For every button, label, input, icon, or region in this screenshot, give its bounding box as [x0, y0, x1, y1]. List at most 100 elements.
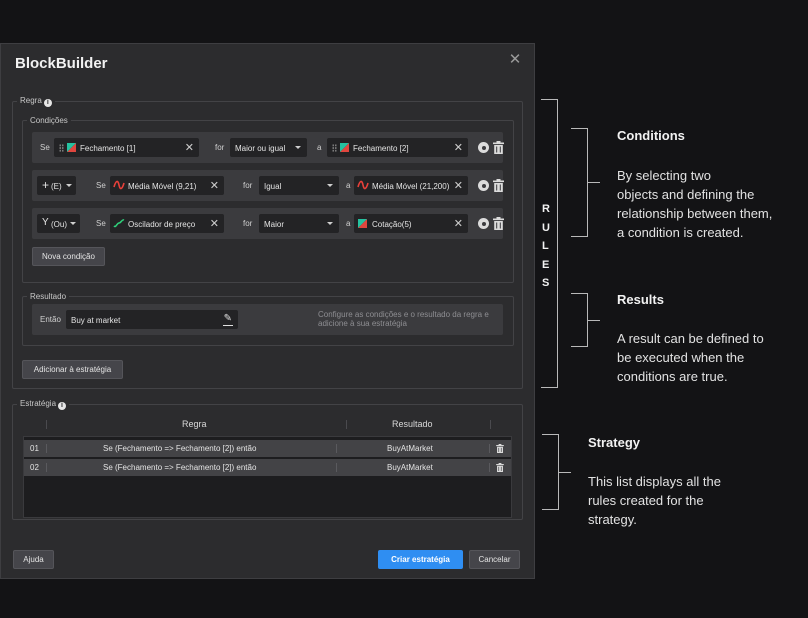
left-operand-text: Oscilador de preço — [128, 220, 196, 229]
row-rule: Se (Fechamento => Fechamento [2]) então — [103, 444, 257, 453]
cell-divider — [489, 444, 490, 453]
trash-icon[interactable] — [496, 463, 504, 472]
conditions-description: By selecting two objects and defining th… — [617, 168, 773, 240]
logic-and-select[interactable]: + (E) — [37, 176, 76, 195]
add-to-strategy-button[interactable]: Adicionar à estratégia — [22, 360, 123, 379]
drag-handle-icon[interactable] — [332, 144, 337, 152]
rules-letter: S — [542, 277, 550, 289]
condition-row: + (E) Se Média Móvel (9,21) ✕ for Igual … — [32, 170, 504, 201]
clear-icon[interactable]: ✕ — [185, 141, 194, 154]
right-operand-field[interactable]: Média Móvel (21,200) ✕ — [354, 176, 468, 195]
moving-average-icon — [113, 180, 125, 190]
flag-icon — [67, 143, 76, 152]
info-icon[interactable]: i — [58, 402, 67, 410]
left-operand-field[interactable]: Oscilador de preço ✕ — [110, 214, 224, 233]
row-number: 01 — [30, 444, 39, 453]
chevron-down-icon — [327, 222, 333, 225]
cell-divider — [46, 444, 47, 453]
right-operand-text: Média Móvel (21,200) — [372, 182, 450, 191]
result-field[interactable]: Buy at market ✎ — [66, 310, 238, 329]
flag-icon — [358, 219, 367, 228]
cell-divider — [489, 463, 490, 472]
clear-icon[interactable]: ✕ — [454, 217, 463, 230]
column-divider — [346, 420, 347, 429]
se-label: Se — [96, 181, 106, 190]
clear-icon[interactable]: ✕ — [210, 179, 219, 192]
results-bracket — [571, 293, 588, 347]
cell-divider — [336, 444, 337, 453]
left-operand-field[interactable]: Fechamento [1] ✕ — [54, 138, 199, 157]
gear-icon[interactable] — [478, 180, 489, 191]
flag-icon — [340, 143, 349, 152]
for-label: for — [215, 143, 225, 152]
clear-icon[interactable]: ✕ — [454, 179, 463, 192]
result-group: Resultado Então Buy at market ✎ Configur… — [22, 292, 514, 346]
trash-icon[interactable] — [496, 444, 504, 453]
se-label: Se — [40, 143, 50, 152]
right-operand-text: Fechamento [2] — [353, 144, 409, 153]
info-icon[interactable]: i — [43, 99, 52, 107]
operator-select[interactable]: Maior — [259, 214, 339, 233]
strategy-bracket — [542, 434, 559, 510]
trash-icon[interactable] — [493, 179, 504, 192]
strategy-legend: Estratégia i — [17, 399, 69, 410]
edit-icon[interactable]: ✎ — [224, 313, 232, 324]
left-operand-field[interactable]: Média Móvel (9,21) ✕ — [110, 176, 224, 195]
cell-divider — [336, 463, 337, 472]
result-legend: Resultado — [30, 292, 67, 301]
gear-icon[interactable] — [478, 218, 489, 229]
clear-icon[interactable]: ✕ — [210, 217, 219, 230]
left-operand-text: Média Móvel (9,21) — [128, 182, 197, 191]
results-description: A result can be defined to be executed w… — [617, 331, 764, 384]
edit-underline — [223, 325, 233, 326]
close-icon[interactable]: ✕ — [508, 52, 522, 67]
strategy-bracket-tick — [559, 472, 571, 473]
table-row[interactable]: 02 Se (Fechamento => Fechamento [2]) ent… — [24, 459, 511, 476]
logic-label: (Ou) — [51, 220, 67, 229]
clear-icon[interactable]: ✕ — [454, 141, 463, 154]
conditions-legend: Condições — [30, 116, 68, 125]
oscillator-icon — [113, 219, 125, 228]
chevron-down-icon — [295, 146, 301, 149]
conditions-bracket — [571, 128, 588, 237]
column-divider — [46, 420, 47, 429]
chevron-down-icon — [327, 184, 333, 187]
row-result: BuyAtMarket — [387, 463, 433, 472]
column-header-rule: Regra — [182, 419, 207, 429]
column-divider — [490, 420, 491, 429]
table-row[interactable]: 01 Se (Fechamento => Fechamento [2]) ent… — [24, 440, 511, 457]
right-operand-text: Cotação(5) — [372, 220, 412, 229]
strategy-table: 01 Se (Fechamento => Fechamento [2]) ent… — [23, 436, 512, 518]
operator-select[interactable]: Igual — [259, 176, 339, 195]
for-label: for — [243, 219, 253, 228]
row-rule: Se (Fechamento => Fechamento [2]) então — [103, 463, 257, 472]
chevron-down-icon — [70, 222, 76, 225]
new-condition-button[interactable]: Nova condição — [32, 247, 105, 266]
trash-icon[interactable] — [493, 141, 504, 154]
condition-row: Y (Ou) Se Oscilador de preço ✕ for Maior… — [32, 208, 504, 239]
result-hint: Configure as condições e o resultado da … — [318, 310, 489, 328]
operator-select[interactable]: Maior ou igual — [230, 138, 307, 157]
chevron-down-icon — [66, 184, 72, 187]
help-button[interactable]: Ajuda — [13, 550, 54, 569]
dialog-title: BlockBuilder — [15, 55, 108, 72]
conditions-bracket-tick — [588, 182, 600, 183]
create-strategy-button[interactable]: Criar estratégia — [378, 550, 463, 569]
rules-letter: L — [542, 240, 549, 252]
strategy-group: Estratégia i Regra Resultado 01 Se (Fecha… — [12, 399, 523, 520]
cancel-button[interactable]: Cancelar — [469, 550, 520, 569]
right-operand-field[interactable]: Fechamento [2] ✕ — [327, 138, 468, 157]
trash-icon[interactable] — [493, 217, 504, 230]
logic-or-select[interactable]: Y (Ou) — [37, 214, 80, 233]
cell-divider — [46, 463, 47, 472]
result-row: Então Buy at market ✎ Configure as condi… — [32, 304, 503, 335]
condition-row: Se Fechamento [1] ✕ for Maior ou igual a… — [32, 132, 504, 163]
logic-label: (E) — [51, 182, 62, 191]
a-label: a — [346, 181, 351, 190]
drag-handle-icon[interactable] — [59, 144, 64, 152]
gear-icon[interactable] — [478, 142, 489, 153]
right-operand-field[interactable]: Cotação(5) ✕ — [354, 214, 468, 233]
column-header-result: Resultado — [392, 419, 433, 429]
operator-text: Maior ou igual — [235, 144, 286, 153]
conditions-group: Condições Se Fechamento [1] ✕ for Maior … — [22, 116, 514, 283]
